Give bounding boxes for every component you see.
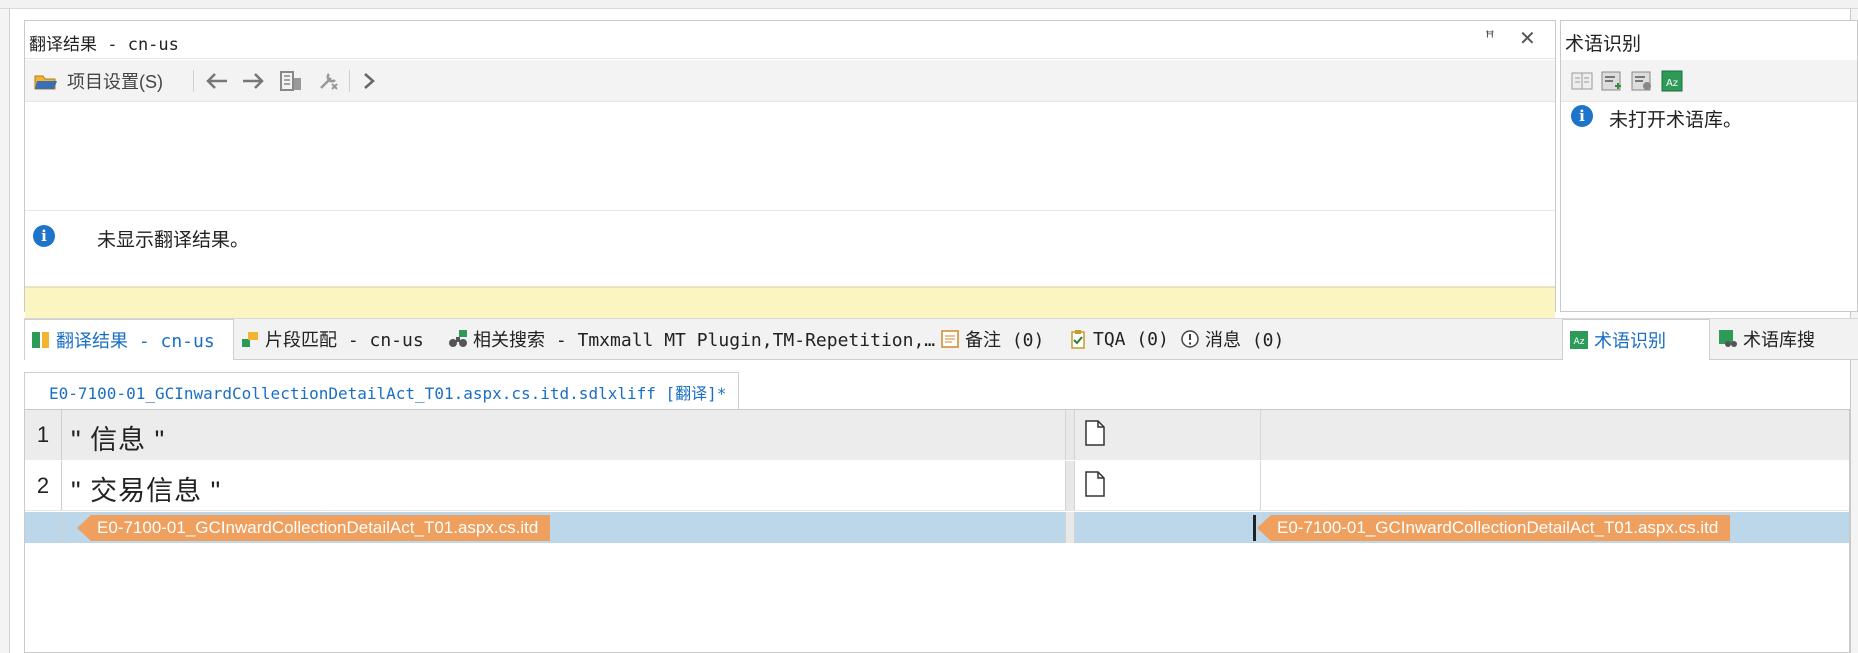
target-file-tag[interactable]: E0-7100-01_GCInwardCollectionDetailAct_T… [1257, 515, 1731, 541]
project-settings-label: 项目设置(S) [67, 72, 163, 92]
column-splitter[interactable] [1065, 512, 1075, 543]
toolbar-separator [193, 70, 194, 92]
arrow-right-icon [243, 73, 264, 89]
terminology-toolbar: Az [1561, 60, 1857, 102]
translation-results-message: 未显示翻译结果。 [97, 230, 250, 251]
translation-results-toolbar: 项目设置(S) [25, 60, 1555, 102]
segment-row[interactable]: 1 " 信息 " [25, 410, 1849, 460]
term-recognition-icon: Az [1570, 331, 1588, 349]
tab-label: 术语识别 [1594, 331, 1666, 351]
term-settings-icon[interactable] [1631, 70, 1653, 92]
tab-label: 备注 (0) [965, 330, 1045, 351]
term-recognition-icon[interactable]: Az [1661, 70, 1683, 92]
svg-text:Az: Az [1666, 78, 1678, 89]
info-icon: i [33, 225, 55, 247]
close-icon[interactable]: ✕ [1519, 26, 1536, 51]
file-tag-status-cell [1075, 512, 1261, 543]
chevron-right-icon [364, 73, 375, 89]
back-button[interactable] [205, 68, 229, 94]
project-settings-button[interactable]: 项目设置(S) [33, 68, 163, 94]
text-cursor [1253, 515, 1256, 541]
termbase-search-icon [1719, 330, 1737, 347]
comment-icon [941, 330, 959, 348]
expand-button[interactable] [361, 68, 377, 94]
tools-button[interactable] [317, 68, 341, 94]
segment-status-cell [1075, 410, 1261, 460]
add-term-icon[interactable] [1601, 70, 1623, 92]
translation-results-title: 翻译结果 - cn-us [29, 35, 179, 55]
segment-number: 2 [25, 461, 62, 510]
tab-termbase-search[interactable]: 术语库搜 [1716, 319, 1815, 359]
tab-fragment-match[interactable]: 片段匹配 - cn-us [236, 319, 424, 359]
info-icon: i [1571, 105, 1593, 127]
translation-results-panel: 翻译结果 - cn-us ꟸ ✕ 项目设置(S) i 未显示翻译结果。 [24, 20, 1556, 325]
arrow-left-icon [206, 73, 227, 89]
tab-label: 术语库搜 [1743, 330, 1815, 350]
tab-messages[interactable]: 消息 (0) [1180, 319, 1284, 359]
tab-label: 片段匹配 - cn-us [265, 330, 424, 351]
translation-results-icon [32, 332, 49, 348]
tab-tqa[interactable]: TQA (0) [1068, 319, 1169, 359]
document-tab[interactable]: E0-7100-01_GCInwardCollectionDetailAct_T… [24, 372, 740, 410]
fragment-match-icon [242, 332, 258, 347]
column-splitter[interactable] [1065, 461, 1075, 510]
termbase-view-icon[interactable] [1571, 70, 1593, 92]
translation-results-info: i 未显示翻译结果。 [25, 213, 1555, 287]
left-dock-border [0, 9, 10, 653]
terminology-panel: 术语识别 Az i 未打开术语库。 [1560, 20, 1858, 312]
terminology-message: 未打开术语库。 [1609, 110, 1743, 131]
clipboard-check-icon [1071, 330, 1085, 349]
tab-label: 相关搜索 - Tmxmall MT Plugin,TM-Repetition,… [473, 330, 936, 351]
binoculars-icon [449, 330, 467, 347]
terminology-title: 术语识别 [1565, 34, 1642, 55]
file-tag-row[interactable]: E0-7100-01_GCInwardCollectionDetailAct_T… [25, 512, 1849, 543]
tab-concordance-search[interactable]: 相关搜索 - Tmxmall MT Plugin,TM-Repetition,… [448, 319, 935, 359]
tab-label: 消息 (0) [1205, 330, 1285, 351]
window-top-border [0, 0, 1858, 9]
segment-source-text[interactable]: " 信息 " [71, 418, 165, 457]
panel-tab-strip: 翻译结果 - cn-us 片段匹配 - cn-us 相关搜索 - Tmxmall… [24, 318, 1858, 360]
svg-text:Az: Az [1574, 337, 1585, 347]
tab-label: 翻译结果 - cn-us [56, 331, 215, 352]
translation-results-header: 翻译结果 - cn-us ꟸ ✕ [25, 21, 1555, 59]
segment-number: 1 [25, 410, 62, 460]
translation-results-content [25, 103, 1555, 211]
forward-button[interactable] [241, 68, 265, 94]
segment-row[interactable]: 2 " 交易信息 " [25, 461, 1849, 511]
segment-source-text[interactable]: " 交易信息 " [71, 469, 221, 508]
folder-settings-icon [34, 75, 57, 90]
tab-term-recognition[interactable]: Az 术语识别 [1562, 319, 1710, 360]
list-view-icon [280, 71, 301, 91]
wrench-icon [320, 73, 338, 90]
tab-comments[interactable]: 备注 (0) [940, 319, 1044, 359]
pin-icon[interactable]: ꟸ [1485, 28, 1495, 48]
document-icon [1085, 420, 1105, 446]
tab-label: TQA (0) [1093, 328, 1169, 350]
document-icon [1085, 471, 1105, 497]
toolbar-separator [349, 70, 350, 92]
column-splitter[interactable] [1065, 410, 1075, 460]
editor-grid: 1 " 信息 " 2 " 交易信息 " E0-7100-01_GCInwardC… [24, 409, 1850, 653]
source-file-tag[interactable]: E0-7100-01_GCInwardCollectionDetailAct_T… [77, 515, 551, 541]
row-header [25, 512, 62, 543]
view-options-button[interactable] [279, 68, 303, 94]
segment-status-cell [1075, 461, 1261, 510]
tab-translation-results[interactable]: 翻译结果 - cn-us [24, 319, 234, 360]
message-alert-icon [1181, 330, 1199, 348]
